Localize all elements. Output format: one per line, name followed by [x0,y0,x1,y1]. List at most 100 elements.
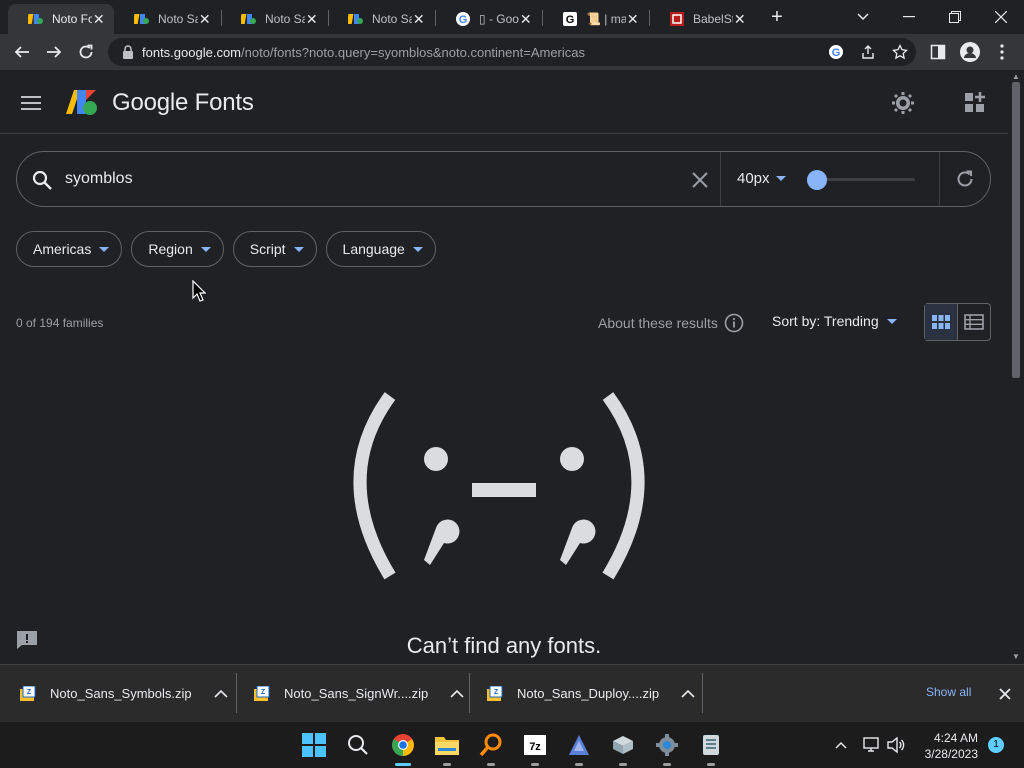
slider-thumb[interactable] [807,170,827,190]
reload-icon [79,44,93,59]
side-panel-button[interactable] [924,38,952,66]
feedback-icon[interactable] [16,630,38,650]
tab-6[interactable]: G 📜 | may ✕ [542,4,648,34]
scroll-up-icon[interactable]: ▲ [1012,72,1020,81]
scroll-down-icon[interactable]: ▼ [1012,652,1020,661]
search-input[interactable] [65,164,665,194]
google-fonts-logo[interactable] [64,88,100,116]
download-item[interactable]: Z Noto_Sans_Symbols.zip [20,665,228,722]
site-title[interactable]: Google Fonts [112,89,254,117]
theme-toggle-icon[interactable] [890,90,916,116]
search-icon [32,170,52,190]
google-lens-button[interactable]: G [826,42,846,62]
address-bar[interactable]: fonts.google.com/noto/fonts?noto.query=s… [108,38,916,66]
bookmark-button[interactable] [890,42,910,62]
close-tab-icon[interactable]: ✕ [519,11,533,28]
taskbar-search-app[interactable] [476,730,506,766]
download-item[interactable]: Z Noto_Sans_Duploy....zip [487,665,695,722]
sort-dropdown[interactable]: Sort by: Trending [772,313,897,329]
taskbar-app-7[interactable] [608,730,638,766]
taskbar-app-6[interactable] [564,730,594,766]
taskbar-chrome[interactable] [388,730,418,766]
divider [939,152,940,206]
chevron-up-icon[interactable] [681,689,695,698]
tab-7[interactable]: BabelSt ✕ [649,4,755,34]
profile-button[interactable] [956,38,984,66]
close-window-button[interactable] [978,0,1024,34]
filter-continent[interactable]: Americas [16,231,123,267]
system-clock[interactable]: 4:24 AM 3/28/2023 [908,730,978,762]
tab-4[interactable]: Noto Sa ✕ [328,4,434,34]
close-tab-icon[interactable]: ✕ [305,11,319,28]
network-status[interactable] [861,734,883,756]
taskbar-search-button[interactable] [343,730,373,760]
chrome-icon [392,734,414,756]
scrollbar-thumb[interactable] [1012,82,1020,378]
taskbar-7zip[interactable]: 7z [520,730,550,766]
page-scrollbar[interactable]: ▲ ▼ [1008,70,1024,664]
about-results-link[interactable]: About these results [598,313,744,333]
chevron-up-icon [835,741,847,749]
filter-language[interactable]: Language [325,231,436,267]
menu-button[interactable] [988,38,1016,66]
caret-down-icon [775,176,786,181]
tab-5[interactable]: G ▯ - Goo ✕ [435,4,541,34]
volume-control[interactable] [885,734,907,756]
font-size-select[interactable]: 40px [737,170,786,187]
filter-region[interactable]: Region [131,231,224,267]
clock-date: 3/28/2023 [924,747,978,761]
close-tab-icon[interactable]: ✕ [92,11,106,28]
show-all-downloads-link[interactable]: Show all [926,685,971,699]
google-fonts-favicon [348,14,363,24]
forward-button[interactable] [40,38,68,66]
running-indicator [619,763,627,766]
babelstone-favicon [670,12,684,26]
running-indicator [707,763,715,766]
close-tab-icon[interactable]: ✕ [198,11,212,28]
windows-taskbar: 7z 4:24 AM 3/28/2023 1 [0,721,1024,768]
tab-search-button[interactable] [840,0,886,34]
folder-icon [435,737,459,755]
reload-button[interactable] [72,38,100,66]
minimize-button[interactable] [886,0,932,34]
download-item[interactable]: Z Noto_Sans_SignWr....zip [254,665,464,722]
close-tab-icon[interactable]: ✕ [412,11,426,28]
new-tab-button[interactable]: + [766,6,788,28]
tab-1[interactable]: Noto Fo ✕ [8,4,114,34]
back-button[interactable] [8,38,36,66]
google-fonts-favicon [241,14,256,24]
close-icon[interactable] [996,685,1014,703]
zip-file-icon: Z [487,685,503,701]
close-tab-icon[interactable]: ✕ [733,11,747,28]
divider [702,673,703,713]
zip-file-icon: Z [20,685,36,701]
clear-search-icon[interactable] [689,169,711,191]
chevron-up-icon[interactable] [214,689,228,698]
about-results-label: About these results [598,315,718,331]
star-icon [892,44,908,60]
share-button[interactable] [858,42,878,62]
speaker-icon [887,737,905,753]
notification-badge[interactable]: 1 [988,737,1004,753]
list-view-button[interactable] [958,304,991,340]
filter-script[interactable]: Script [232,231,317,267]
tab-2[interactable]: Noto Sa ✕ [114,4,220,34]
reset-icon[interactable] [954,168,976,190]
tab-3[interactable]: Noto Sa ✕ [221,4,327,34]
font-size-slider[interactable] [817,178,915,181]
filter-chips: Americas Region Script Language [16,231,436,267]
url-text: fonts.google.com/noto/fonts?noto.query=s… [142,45,585,60]
grid-view-icon [931,315,950,329]
taskbar-file-explorer[interactable] [432,730,462,766]
info-icon [724,313,744,333]
hamburger-menu-icon[interactable] [20,92,42,114]
close-tab-icon[interactable]: ✕ [626,11,640,28]
restore-button[interactable] [932,0,978,34]
taskbar-settings[interactable] [652,730,682,766]
grid-view-button[interactable] [925,304,958,340]
start-button[interactable] [299,730,329,760]
chevron-up-icon[interactable] [450,689,464,698]
taskbar-app-9[interactable] [696,730,726,766]
grid-apps-icon[interactable] [962,90,988,116]
show-hidden-icons-button[interactable] [830,734,852,756]
